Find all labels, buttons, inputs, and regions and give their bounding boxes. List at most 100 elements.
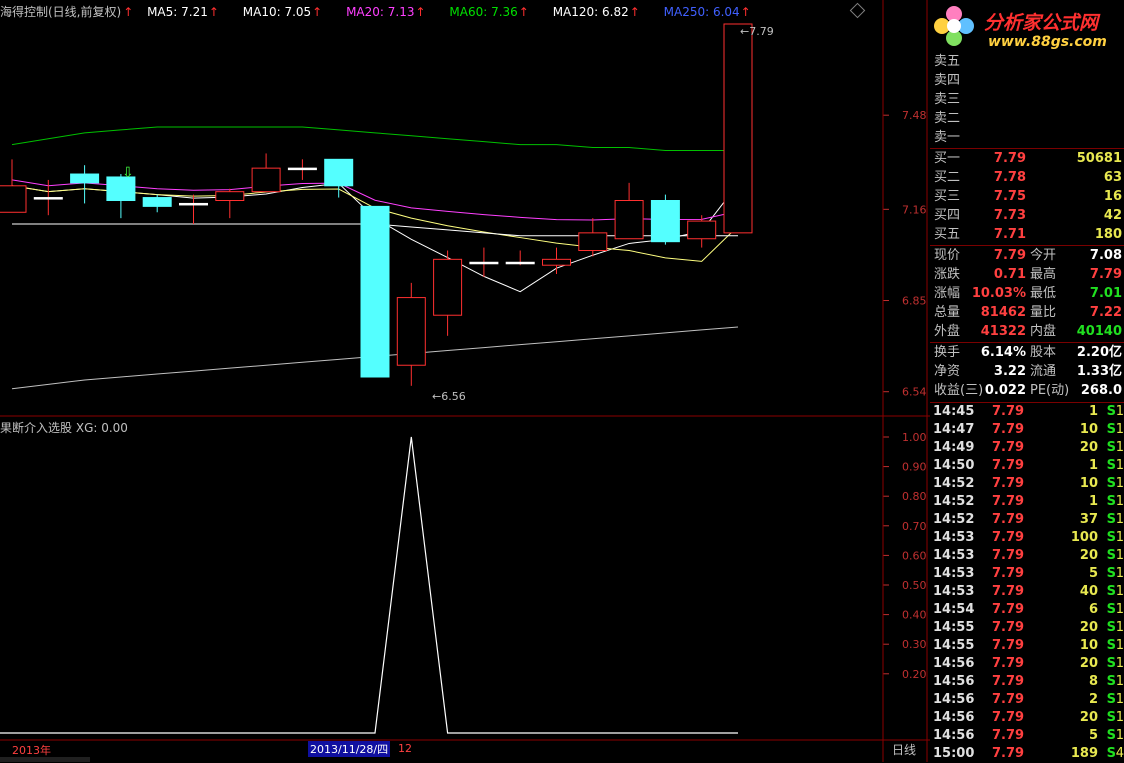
tick-time: 14:53 [933, 548, 975, 563]
tick-side: S [1106, 710, 1116, 725]
candle-body [723, 23, 753, 234]
tick-price: 7.79 [992, 440, 1025, 455]
tick-price: 7.79 [992, 566, 1025, 581]
period-label[interactable]: 日线 [892, 741, 916, 758]
tick-volume: 20 [1079, 548, 1098, 563]
tick-time: 14:53 [933, 530, 975, 545]
tick-row: 14:53 7.79 100 S 1 [930, 529, 1124, 547]
tick-volume: 20 [1079, 620, 1098, 635]
tick-time: 14:55 [933, 620, 975, 635]
tick-side: S [1106, 422, 1116, 437]
indicator-tick-label: 0.80 [902, 490, 927, 503]
quote-row-value: 0.71 [993, 267, 1026, 282]
fundamental-row-value: 6.14% [980, 345, 1026, 360]
tick-side: S [1106, 674, 1116, 689]
tick-row: 14:53 7.79 20 S 1 [930, 547, 1124, 565]
tick-row: 14:55 7.79 20 S 1 [930, 619, 1124, 637]
tick-count: 1 [1115, 512, 1124, 527]
fundamental-row: 收益(三) 0.022 PE(动) 268.0 [930, 382, 1124, 400]
tick-row: 14:53 7.79 5 S 1 [930, 565, 1124, 583]
tick-volume: 1 [1088, 404, 1098, 419]
tick-price: 7.79 [992, 458, 1025, 473]
tick-count: 1 [1115, 476, 1124, 491]
tick-side: S [1106, 530, 1116, 545]
fundamental-row-label: PE(动) [1030, 383, 1070, 398]
tick-volume: 1 [1088, 458, 1098, 473]
tick-volume: 37 [1079, 512, 1098, 527]
tick-price: 7.79 [992, 692, 1025, 707]
tick-time: 14:47 [933, 422, 975, 437]
tick-row: 14:47 7.79 10 S 1 [930, 421, 1124, 439]
tick-price: 7.79 [992, 530, 1025, 545]
kline-chart[interactable]: 7.48 7.16 6.85 6.54 1.00 0.90 0.80 0.70 0.60 0.5… [0, 0, 930, 762]
tick-count: 1 [1115, 548, 1124, 563]
tick-row: 14:56 7.79 2 S 1 [930, 691, 1124, 709]
tick-volume: 100 [1070, 530, 1098, 545]
indicator-xg-value: XG: 0.00 [75, 421, 128, 435]
tick-side: S [1106, 746, 1116, 761]
candle-body [215, 191, 245, 202]
high-price-label: ←7.79 [740, 25, 774, 38]
quote-row-value: 7.79 [1089, 267, 1122, 282]
tick-side: S [1106, 728, 1116, 743]
candle-body [360, 205, 390, 378]
buy-level-row: 买二 7.78 63 [930, 169, 1124, 187]
candle-body [396, 297, 426, 366]
tick-side: S [1106, 476, 1116, 491]
tick-price: 7.79 [992, 404, 1025, 419]
tick-row: 14:50 7.79 1 S 1 [930, 457, 1124, 475]
tick-row: 14:52 7.79 10 S 1 [930, 475, 1124, 493]
fundamental-row: 净资 3.22 流通 1.33亿 [930, 363, 1124, 381]
tick-time: 14:56 [933, 728, 975, 743]
quote-row-value: 7.08 [1089, 248, 1122, 263]
tick-price: 7.79 [992, 584, 1025, 599]
sell-level-row: 卖五 [930, 53, 1124, 71]
candle-body [578, 232, 608, 252]
tick-row: 14:49 7.79 20 S 1 [930, 439, 1124, 457]
tick-volume: 20 [1079, 656, 1098, 671]
bottom-tab-strip[interactable] [0, 757, 90, 762]
tick-row: 14:45 7.79 1 S 1 [930, 403, 1124, 421]
tick-count: 1 [1115, 710, 1124, 725]
sell-level-row: 卖一 [930, 129, 1124, 147]
candle-body [650, 200, 680, 243]
tick-time: 14:53 [933, 566, 975, 581]
cursor-date-label: 2013/11/28/四 [308, 741, 391, 757]
candle-body [433, 258, 463, 316]
tick-count: 1 [1115, 728, 1124, 743]
indicator-tick-label: 0.70 [902, 520, 927, 533]
tick-time: 14:56 [933, 656, 975, 671]
indicator-tick-label: 0.40 [902, 609, 927, 622]
tick-row: 14:52 7.79 1 S 1 [930, 493, 1124, 511]
indicator-title: 果断介入选股 XG: 0.00 [0, 421, 128, 435]
tick-row: 14:52 7.79 37 S 1 [930, 511, 1124, 529]
sell-level-row: 卖二 [930, 110, 1124, 128]
candle-body [287, 167, 317, 171]
fundamental-row-label: 换手 [934, 345, 961, 360]
sell-level-label: 卖三 [934, 92, 961, 107]
buy-level-label: 买一 [934, 151, 961, 166]
tick-count: 1 [1115, 404, 1124, 419]
month-label: 12 [398, 742, 412, 755]
buy-level-volume: 42 [1103, 208, 1122, 223]
quote-row-value: 81462 [980, 305, 1026, 320]
fundamental-row-value: 268.0 [1080, 383, 1122, 398]
tick-count: 1 [1115, 602, 1124, 617]
quote-row: 现价 7.79 今开 7.08 [930, 247, 1124, 265]
sell-level-label: 卖二 [934, 111, 961, 126]
candle-body [70, 173, 100, 184]
quote-row: 涨跌 0.71 最高 7.79 [930, 266, 1124, 284]
tick-price: 7.79 [992, 602, 1025, 617]
candle-body [505, 261, 535, 265]
quote-row-value: 7.79 [993, 248, 1026, 263]
quote-row-value: 41322 [980, 324, 1026, 339]
tick-row: 15:00 7.79 189 S 4 [930, 745, 1124, 763]
tick-time: 14:49 [933, 440, 975, 455]
fundamental-row-label: 收益(三) [934, 383, 984, 398]
quote-row-label: 现价 [934, 248, 961, 263]
tick-volume: 5 [1088, 728, 1098, 743]
quote-row-label: 涨跌 [934, 267, 961, 282]
tick-time: 14:52 [933, 512, 975, 527]
logo-url: www.88gs.com [988, 34, 1107, 50]
tick-time: 15:00 [933, 746, 975, 761]
